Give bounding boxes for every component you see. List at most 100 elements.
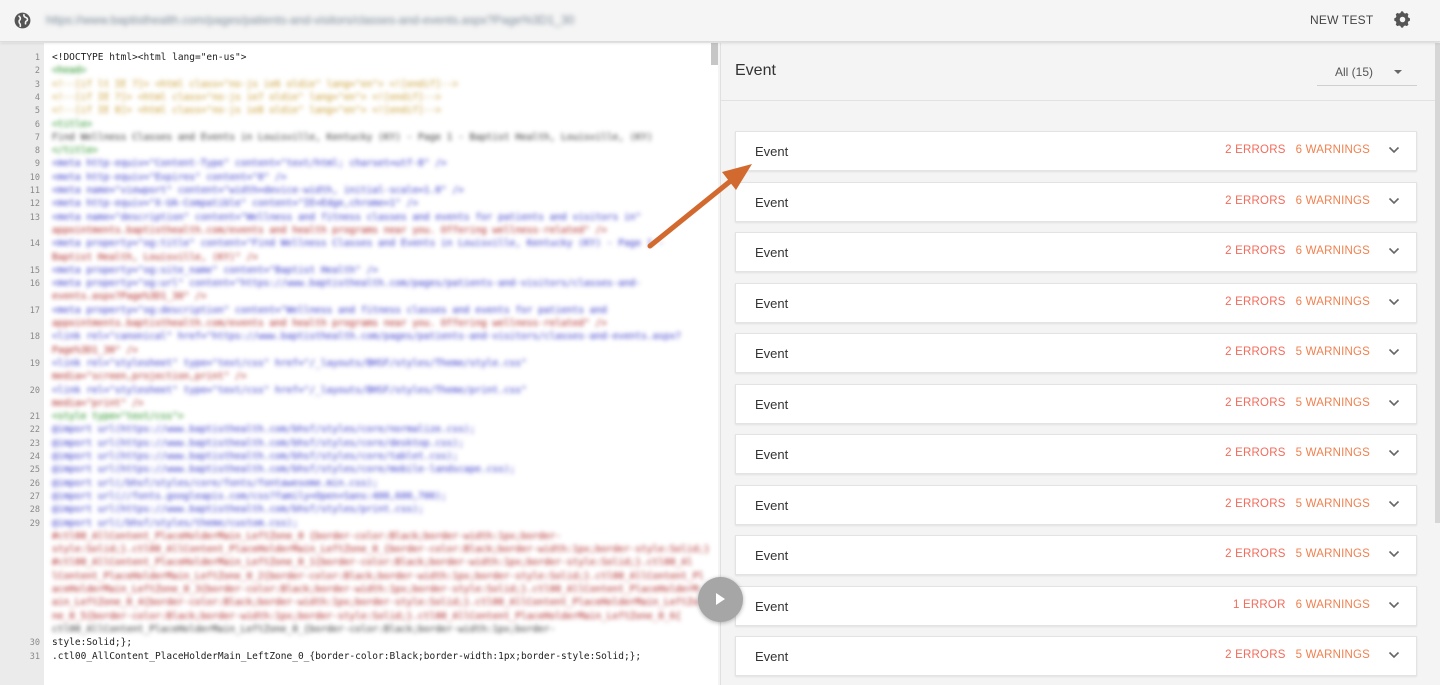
error-count: 1 ERROR — [1233, 598, 1286, 611]
event-card[interactable]: Event 2 ERRORS 5 WARNINGS — [735, 333, 1417, 373]
code-line: appointments.baptisthealth.com/events an… — [0, 225, 718, 237]
code-line: 2 <head> — [0, 65, 718, 77]
event-title: Event — [755, 396, 789, 412]
chevron-down-icon[interactable] — [1388, 399, 1400, 407]
code-line: 25 @import url(https://www.baptisthealth… — [0, 464, 718, 476]
code-text: <meta name="viewport" content="width=dev… — [52, 185, 464, 196]
chevron-down-icon[interactable] — [1388, 500, 1400, 508]
chevron-down-icon[interactable] — [1388, 449, 1400, 457]
line-number: 30 — [29, 638, 40, 649]
event-counts: 2 ERRORS 6 WARNINGS — [1225, 195, 1370, 207]
warning-count: 6 WARNINGS — [1295, 295, 1370, 308]
error-count: 2 ERRORS — [1225, 194, 1286, 207]
code-line: 26 @import url(/bhsf/styles/core/fonts/f… — [0, 478, 718, 490]
code-text: @import url(https://www.baptisthealth.co… — [52, 424, 476, 436]
code-text: Baptist Health, Louisville, (KY)" /> — [52, 251, 258, 263]
code-text: ne_0_5{border-color:Black;border-width:1… — [52, 610, 682, 622]
line-number: 16 — [29, 279, 40, 290]
line-number: 26 — [29, 478, 40, 489]
line-number: 8 — [34, 146, 40, 157]
event-card[interactable]: Event 2 ERRORS 5 WARNINGS — [735, 636, 1417, 676]
code-text: aceHolderMain_LeftZone_0_3{border-color:… — [52, 584, 699, 595]
code-line: 7 Find Wellness Classes and Events in Lo… — [0, 132, 718, 144]
event-card[interactable]: Event 2 ERRORS 6 WARNINGS — [735, 282, 1417, 323]
code-text: appointments.baptisthealth.com/events an… — [52, 224, 607, 236]
warning-count: 6 WARNINGS — [1295, 245, 1370, 257]
warning-count: 6 WARNINGS — [1295, 194, 1370, 207]
editor-scrollbar[interactable] — [711, 43, 718, 65]
code-text: <meta property="og:title" content="Find … — [52, 238, 664, 250]
code-text: @import url(https://www.baptisthealth.co… — [52, 464, 516, 476]
code-line: 20 <link rel="stylesheet" type="text/css… — [0, 385, 718, 397]
chevron-down-icon[interactable] — [1388, 298, 1400, 306]
code-text: Find Wellness Classes and Events in Loui… — [52, 131, 653, 143]
line-number: 11 — [29, 186, 40, 196]
chevron-down-icon[interactable] — [1388, 550, 1400, 558]
code-line: ctl00_AllContent_PlaceHolderMain_LeftZon… — [0, 624, 718, 636]
code-text: Page%3D1_30" /> — [52, 344, 138, 356]
error-count: 2 ERRORS — [1225, 497, 1286, 510]
code-text: <style type="text/css"> — [52, 411, 184, 423]
code-line: 13 <meta name="description" content="Wel… — [0, 212, 718, 224]
page-url[interactable]: https://www.baptisthealth.com/pages/pati… — [46, 13, 574, 27]
event-counts: 2 ERRORS 5 WARNINGS — [1225, 346, 1370, 358]
code-text: media="print" /> — [52, 397, 144, 409]
event-card[interactable]: Event 2 ERRORS 5 WARNINGS — [735, 383, 1417, 424]
code-text: </title> — [52, 145, 98, 157]
code-line: 9 <meta http-equiv="Content-Type" conten… — [0, 158, 718, 170]
source-code-editor[interactable]: 1 <!DOCTYPE html><html lang="en-us"> 2 <he… — [0, 43, 718, 685]
warning-count: 6 WARNINGS — [1295, 598, 1370, 611]
event-card[interactable]: Event 2 ERRORS 6 WARNINGS — [735, 232, 1417, 272]
code-line: 15 <meta property="og:site_name" content… — [0, 265, 718, 277]
code-text: lContent_PlaceHolderMain_LeftZone_0_2{bo… — [52, 570, 705, 582]
event-title: Event — [755, 245, 789, 260]
chevron-down-icon[interactable] — [1388, 146, 1400, 154]
code-line: style:Solid;}.ctl00_AllContent_PlaceHold… — [0, 544, 718, 556]
code-line: 19 <link rel="stylesheet" type="text/css… — [0, 358, 718, 370]
line-number: 25 — [29, 465, 40, 476]
run-button[interactable] — [698, 577, 743, 622]
new-test-button[interactable]: NEW TEST — [1310, 13, 1373, 27]
chevron-down-icon[interactable] — [1388, 197, 1400, 205]
line-number: 29 — [29, 518, 40, 529]
event-card[interactable]: Event 2 ERRORS 6 WARNINGS — [735, 181, 1417, 222]
panel-scrollbar[interactable] — [1435, 43, 1440, 523]
code-text: appointments.baptisthealth.com/events an… — [52, 318, 607, 329]
warning-count: 5 WARNINGS — [1295, 346, 1370, 358]
code-lines[interactable]: 1 <!DOCTYPE html><html lang="en-us"> 2 <he… — [0, 43, 718, 685]
chevron-down-icon[interactable] — [1388, 651, 1400, 659]
code-text: @import url(https://www.baptisthealth.co… — [52, 451, 459, 462]
code-line: 1 <!DOCTYPE html><html lang="en-us"> — [0, 52, 718, 64]
panel-divider — [721, 100, 1440, 101]
code-line: 8 </title> — [0, 145, 718, 157]
code-text: #ctl00_AllContent_PlaceHolderMain_LeftZo… — [52, 557, 693, 569]
code-line: media="print" /> — [0, 398, 718, 410]
code-line: 16 <meta property="og:url" content="http… — [0, 278, 718, 290]
event-counts: 2 ERRORS 5 WARNINGS — [1225, 447, 1370, 459]
event-title: Event — [755, 295, 789, 311]
code-text: ain_LeftZone_0_4{border-color:Black;bord… — [52, 597, 699, 609]
filter-dropdown[interactable]: All (15) — [1317, 54, 1417, 86]
event-title: Event — [755, 447, 789, 462]
top-bar: https://www.baptisthealth.com/pages/pati… — [0, 0, 1440, 42]
chevron-down-icon[interactable] — [1388, 348, 1400, 356]
line-number: 31 — [29, 651, 40, 662]
event-card[interactable]: Event 2 ERRORS 6 WARNINGS — [735, 131, 1417, 171]
event-counts: 2 ERRORS 5 WARNINGS — [1225, 498, 1370, 510]
line-number: 28 — [29, 505, 40, 516]
event-card[interactable]: Event 1 ERROR 6 WARNINGS — [735, 585, 1417, 626]
event-counts: 2 ERRORS 5 WARNINGS — [1225, 397, 1370, 409]
gear-icon[interactable] — [1393, 10, 1412, 29]
line-number: 19 — [29, 358, 40, 369]
code-line: 10 <meta http-equiv="Expires" content="0… — [0, 172, 718, 184]
chevron-down-icon[interactable] — [1388, 247, 1400, 255]
event-card[interactable]: Event 2 ERRORS 5 WARNINGS — [735, 434, 1417, 474]
event-card[interactable]: Event 2 ERRORS 5 WARNINGS — [735, 484, 1417, 525]
event-card[interactable]: Event 2 ERRORS 5 WARNINGS — [735, 535, 1417, 575]
error-count: 2 ERRORS — [1225, 245, 1286, 257]
code-line: lContent_PlaceHolderMain_LeftZone_0_2{bo… — [0, 571, 718, 583]
chevron-down-icon[interactable] — [1388, 601, 1400, 609]
event-counts: 2 ERRORS 6 WARNINGS — [1225, 296, 1370, 308]
code-text: <head> — [52, 65, 87, 77]
event-panel: Event All (15) Event 2 ERRORS 6 WARNINGS Ev… — [720, 43, 1440, 685]
